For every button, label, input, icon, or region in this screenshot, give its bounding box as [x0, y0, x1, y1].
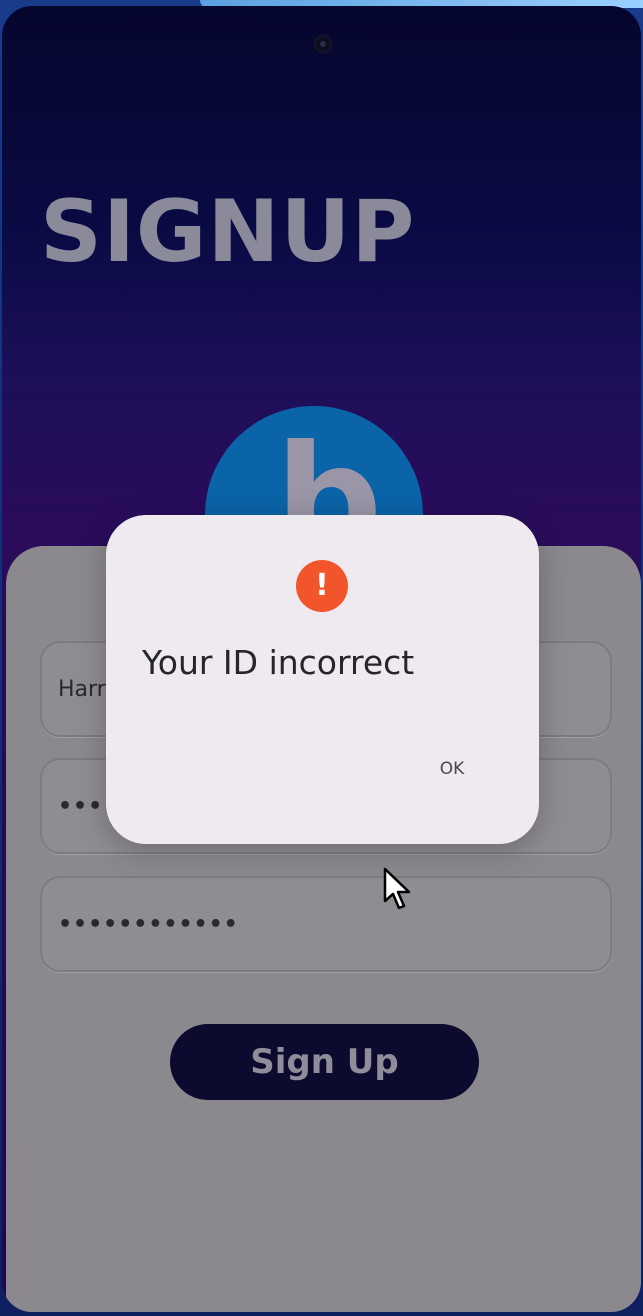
- dialog-message: Your ID incorrect: [142, 643, 415, 682]
- error-dialog: ! Your ID incorrect OK: [106, 515, 539, 844]
- ok-button[interactable]: OK: [422, 751, 482, 787]
- warning-icon: !: [296, 560, 348, 612]
- screen-frame: SIGNUP b Harr ••••••• •••••••••••• Sign …: [0, 0, 643, 1316]
- mouse-cursor-icon: [383, 867, 411, 910]
